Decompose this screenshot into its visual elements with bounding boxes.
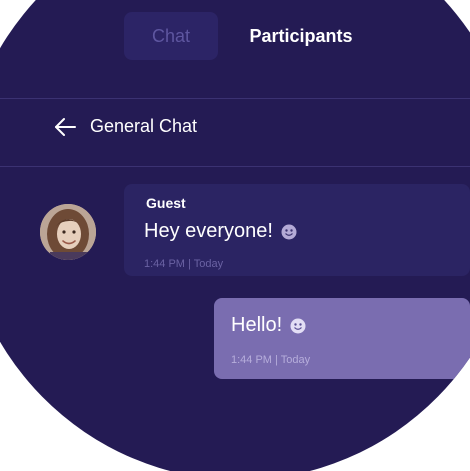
guest-avatar-icon bbox=[40, 204, 96, 260]
chat-panel: Chat Participants General Chat Guest Hey… bbox=[0, 0, 470, 471]
message-text: Hello! bbox=[231, 314, 283, 336]
message-text: Hey everyone! bbox=[144, 220, 273, 242]
smiling-face-icon bbox=[290, 318, 306, 333]
tab-participants[interactable]: Participants bbox=[236, 12, 366, 60]
chat-title: General Chat bbox=[90, 116, 198, 136]
message-bubble-guest: Guest Hey everyone! 1:44 PM | Today bbox=[124, 184, 470, 276]
tabs-divider bbox=[0, 98, 470, 99]
message-timestamp: 1:44 PM | Today bbox=[231, 354, 311, 366]
avatar bbox=[40, 204, 96, 260]
tab-chat[interactable]: Chat bbox=[124, 12, 218, 60]
message-bubble-own: Hello! 1:44 PM | Today bbox=[214, 298, 470, 379]
chat-panel-content: Chat Participants General Chat Guest Hey… bbox=[0, 0, 470, 471]
tab-chat-label: Chat bbox=[151, 25, 191, 46]
smiling-face-icon bbox=[281, 224, 297, 239]
chat-header: General Chat bbox=[54, 116, 197, 137]
message-timestamp: 1:44 PM | Today bbox=[144, 258, 224, 270]
header-divider bbox=[0, 166, 470, 167]
message-sender: Guest bbox=[146, 195, 186, 211]
tab-participants-label: Participants bbox=[249, 25, 353, 46]
screenshot-frame: Chat Participants General Chat Guest Hey… bbox=[0, 0, 470, 471]
message-text-row: Hello! bbox=[231, 314, 306, 337]
message-text-row: Hey everyone! bbox=[144, 220, 297, 243]
arrow-left-icon[interactable] bbox=[54, 117, 76, 137]
